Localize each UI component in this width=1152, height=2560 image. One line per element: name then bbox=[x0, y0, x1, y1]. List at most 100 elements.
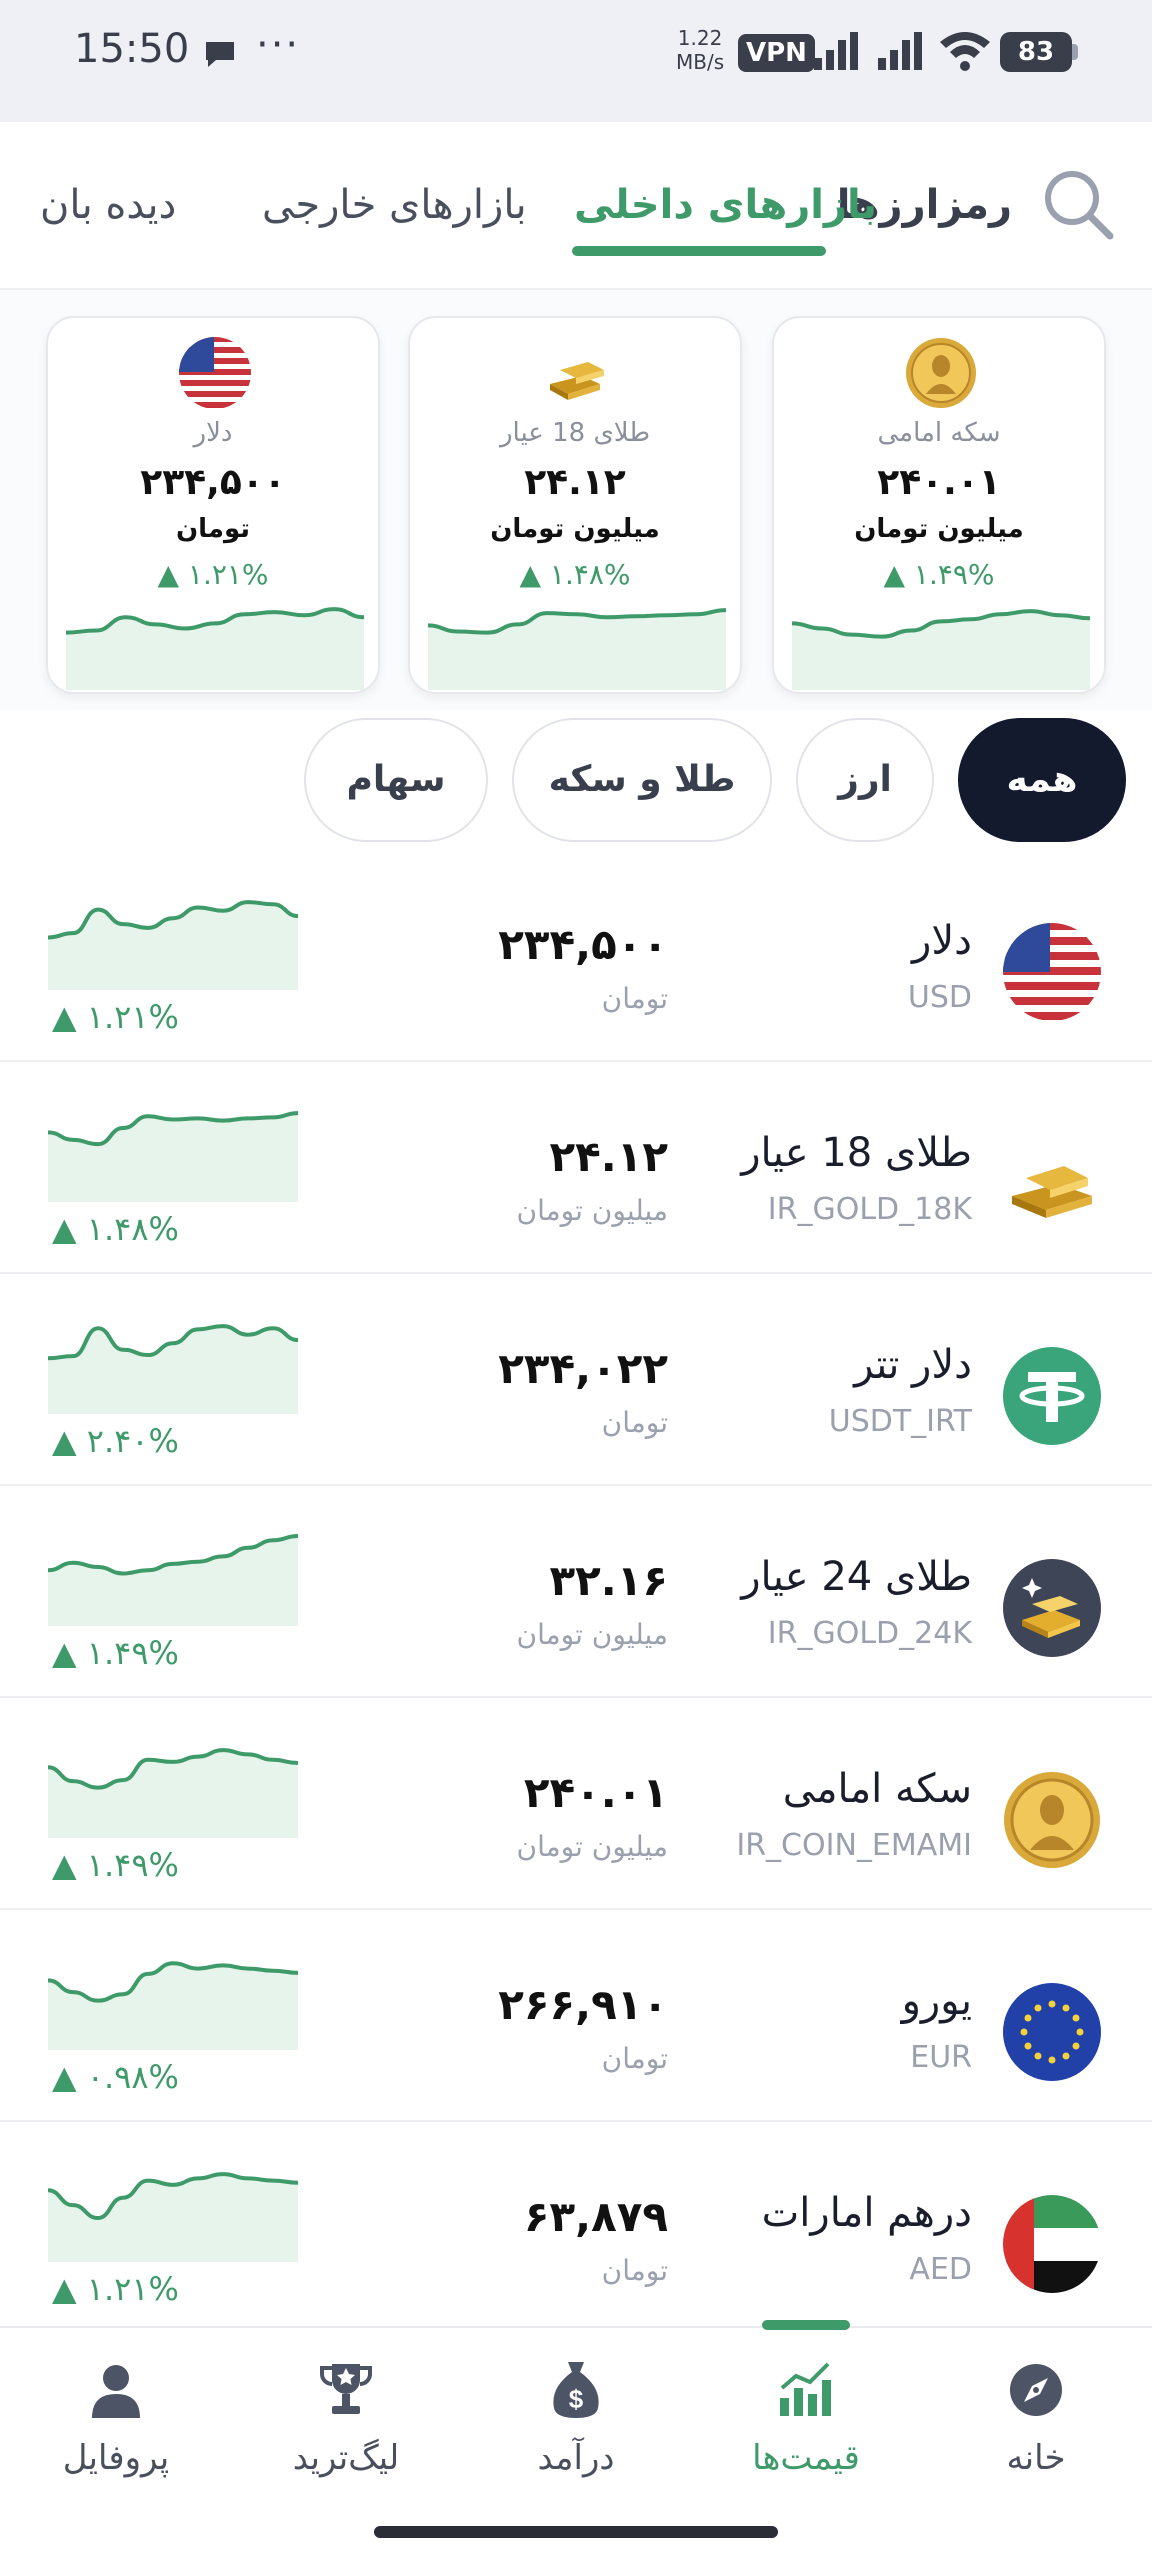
status-bar: 15:50 ··· 1.22 MB/s VPN 83 bbox=[0, 0, 1152, 122]
filter-gold-coin[interactable]: طلا و سکه bbox=[512, 718, 772, 842]
status-time: 15:50 bbox=[74, 26, 190, 72]
asset-row[interactable]: درهم امارات AED ۶۳,۸۷۹ تومان ▲ ۱.۲۱% bbox=[0, 2122, 1152, 2334]
filter-all[interactable]: همه bbox=[958, 718, 1126, 842]
asset-change: ▲ ۱.۲۱% bbox=[52, 2270, 179, 2308]
asset-unit: تومان bbox=[601, 2042, 668, 2075]
money-bag-icon: $ bbox=[553, 2362, 599, 2418]
sparkline-chart bbox=[66, 607, 364, 690]
asset-price: ۲۳۴,۰۲۲ bbox=[498, 1344, 668, 1393]
card-change: ▲ ۱.۴۸% bbox=[519, 558, 631, 591]
nav-label: خانه bbox=[1006, 2438, 1066, 2478]
sparkline-area bbox=[48, 1536, 298, 1626]
asset-symbol: USD bbox=[907, 980, 972, 1015]
card-asset-name: دلار bbox=[193, 418, 233, 448]
card-change: ▲ ۱.۴۹% bbox=[883, 558, 995, 591]
summary-card-dollar[interactable]: دلار ۲۳۴,۵۰۰ تومان ▲ ۱.۲۱% bbox=[46, 316, 380, 694]
asset-symbol: AED bbox=[909, 2252, 972, 2287]
signal-icon bbox=[814, 32, 858, 70]
asset-row[interactable]: دلار تتر USDT_IRT ۲۳۴,۰۲۲ تومان ▲ ۲.۴۰% bbox=[0, 1274, 1152, 1486]
search-icon[interactable] bbox=[1040, 166, 1116, 242]
us-flag-icon bbox=[1003, 923, 1101, 1021]
asset-symbol: IR_COIN_EMAMI bbox=[736, 1828, 972, 1863]
bar-chart-icon bbox=[780, 2362, 831, 2416]
nav-profile[interactable]: پروفایل bbox=[16, 2358, 216, 2478]
us-flag-icon bbox=[179, 337, 251, 409]
sparkline-area bbox=[66, 609, 364, 690]
nav-prices[interactable]: قیمت‌ها bbox=[706, 2358, 906, 2478]
sparkline-chart bbox=[48, 900, 298, 990]
asset-name: درهم امارات bbox=[761, 2190, 972, 2236]
asset-list: دلار USD ۲۳۴,۵۰۰ تومان ▲ ۱.۲۱% طلای 18 ع… bbox=[0, 850, 1152, 2334]
network-speed: 1.22 MB/s bbox=[676, 26, 725, 74]
asset-name: طلای 18 عیار bbox=[741, 1130, 972, 1176]
summary-card-coin[interactable]: سکه امامی ۲۴۰.۰۱ میلیون تومان ▲ ۱.۴۹% bbox=[772, 316, 1106, 694]
asset-price: ۲۴.۱۲ bbox=[549, 1132, 669, 1181]
bottom-navigation: پروفایل لیگ‌ترید $ درآمد قیمت‌ها خانه bbox=[0, 2320, 1152, 2560]
summary-cards: سکه امامی ۲۴۰.۰۱ میلیون تومان ▲ ۱.۴۹% طل… bbox=[0, 290, 1152, 710]
asset-price: ۲۴۰.۰۱ bbox=[523, 1768, 668, 1817]
asset-symbol: IR_GOLD_18K bbox=[767, 1192, 972, 1227]
card-price: ۲۴۰.۰۱ bbox=[877, 462, 1001, 503]
sparkline-area bbox=[428, 610, 726, 690]
sparkline-chart bbox=[48, 1111, 298, 1202]
gold-coin-icon bbox=[906, 338, 976, 408]
asset-change: ▲ ۱.۴۹% bbox=[52, 1634, 179, 1672]
asset-price: ۲۶۶,۹۱۰ bbox=[498, 1980, 668, 2029]
filter-currency[interactable]: ارز bbox=[796, 718, 934, 842]
sparkline-area bbox=[48, 1963, 298, 2050]
signal-icon bbox=[878, 32, 922, 70]
category-filters: همه ارز طلا و سکه سهام bbox=[0, 710, 1152, 850]
eu-flag-icon bbox=[1003, 1983, 1101, 2081]
nav-label: درآمد bbox=[537, 2438, 615, 2478]
svg-text:$: $ bbox=[569, 2384, 584, 2414]
sparkline-chart bbox=[428, 608, 726, 690]
gold-coin-icon bbox=[1004, 1772, 1100, 1868]
filter-stocks[interactable]: سهام bbox=[304, 718, 488, 842]
asset-symbol: IR_GOLD_24K bbox=[767, 1616, 972, 1651]
asset-row[interactable]: دلار USD ۲۳۴,۵۰۰ تومان ▲ ۱.۲۱% bbox=[0, 850, 1152, 1062]
asset-unit: میلیون تومان bbox=[516, 1194, 668, 1227]
asset-price: ۶۳,۸۷۹ bbox=[523, 2192, 668, 2241]
asset-price: ۳۲.۱۶ bbox=[549, 1556, 669, 1605]
tab-foreign-markets[interactable]: بازارهای خارجی bbox=[262, 182, 527, 228]
active-tab-indicator bbox=[572, 246, 826, 256]
trophy-icon bbox=[320, 2364, 372, 2414]
nav-label: پروفایل bbox=[62, 2438, 170, 2478]
gold-sparkle-icon bbox=[1003, 1559, 1101, 1657]
summary-card-gold18[interactable]: طلای 18 عیار ۲۴.۱۲ میلیون تومان ▲ ۱.۴۸% bbox=[408, 316, 742, 694]
asset-unit: میلیون تومان bbox=[516, 1830, 668, 1863]
asset-row[interactable]: سکه امامی IR_COIN_EMAMI ۲۴۰.۰۱ میلیون تو… bbox=[0, 1698, 1152, 1910]
asset-price: ۲۳۴,۵۰۰ bbox=[498, 920, 668, 969]
vpn-badge: VPN bbox=[738, 34, 815, 72]
asset-change: ▲ ۱.۴۸% bbox=[52, 1210, 179, 1248]
asset-row[interactable]: طلای 24 عیار IR_GOLD_24K ۳۲.۱۶ میلیون تو… bbox=[0, 1486, 1152, 1698]
nav-label: قیمت‌ها bbox=[752, 2438, 860, 2478]
sparkline-chart bbox=[792, 609, 1090, 690]
nav-league-trade[interactable]: لیگ‌ترید bbox=[246, 2358, 446, 2478]
asset-name: طلای 24 عیار bbox=[741, 1554, 972, 1600]
card-price: ۲۳۴,۵۰۰ bbox=[140, 462, 286, 503]
asset-row[interactable]: طلای 18 عیار IR_GOLD_18K ۲۴.۱۲ میلیون تو… bbox=[0, 1062, 1152, 1274]
gold-bars-icon bbox=[550, 362, 604, 400]
asset-change: ▲ ۱.۴۹% bbox=[52, 1846, 179, 1884]
tab-watchlist[interactable]: دیده بان bbox=[40, 182, 176, 228]
tab-domestic-markets[interactable]: بازارهای داخلی bbox=[574, 182, 877, 228]
home-indicator bbox=[374, 2526, 778, 2538]
asset-unit: تومان bbox=[601, 1406, 668, 1439]
asset-symbol: USDT_IRT bbox=[828, 1404, 972, 1439]
sparkline-area bbox=[48, 1113, 298, 1202]
asset-name: دلار تتر bbox=[854, 1342, 972, 1388]
battery-tip bbox=[1072, 44, 1078, 60]
card-unit: میلیون تومان bbox=[490, 514, 660, 544]
asset-row[interactable]: یورو EUR ۲۶۶,۹۱۰ تومان ▲ ۰.۹۸% bbox=[0, 1910, 1152, 2122]
card-unit: میلیون تومان bbox=[854, 514, 1024, 544]
asset-name: یورو bbox=[901, 1978, 972, 2024]
sparkline-chart bbox=[48, 1748, 298, 1838]
nav-income[interactable]: $ درآمد bbox=[476, 2358, 676, 2478]
tether-icon bbox=[1003, 1347, 1101, 1445]
chat-bubble-icon bbox=[206, 42, 234, 67]
nav-home[interactable]: خانه bbox=[936, 2358, 1136, 2478]
asset-symbol: EUR bbox=[910, 2040, 972, 2075]
sparkline-chart bbox=[48, 1534, 298, 1626]
uae-flag-icon bbox=[1003, 2195, 1101, 2293]
